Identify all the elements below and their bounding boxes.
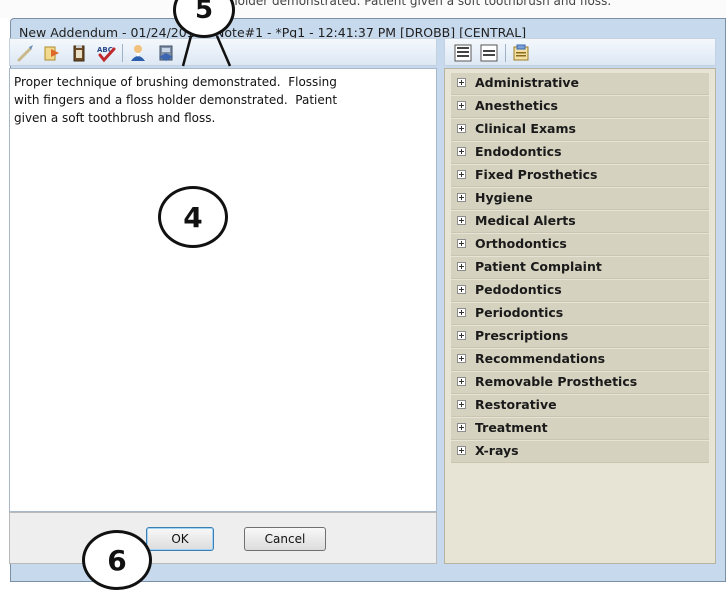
toolbar-separator: [505, 44, 506, 62]
expand-icon[interactable]: [457, 262, 466, 271]
tree-item-label: Restorative: [475, 397, 557, 412]
tree-item-clinical-exams[interactable]: Clinical Exams: [451, 119, 709, 141]
tree-item-prescriptions[interactable]: Prescriptions: [451, 326, 709, 348]
expand-icon[interactable]: [457, 124, 466, 133]
tree-item-patient-complaint[interactable]: Patient Complaint: [451, 257, 709, 279]
callout-6: 6: [82, 530, 152, 590]
tree-item-label: Hygiene: [475, 190, 533, 205]
expand-icon[interactable]: [457, 239, 466, 248]
expand-icon[interactable]: [457, 193, 466, 202]
tree-item-administrative[interactable]: Administrative: [451, 73, 709, 95]
tree-item-removable-prosthetics[interactable]: Removable Prosthetics: [451, 372, 709, 394]
expand-icon[interactable]: [457, 331, 466, 340]
expand-icon[interactable]: [457, 285, 466, 294]
tree-item-label: Patient Complaint: [475, 259, 602, 274]
tree-item-label: Prescriptions: [475, 328, 569, 343]
tree-item-periodontics[interactable]: Periodontics: [451, 303, 709, 325]
clipboard-icon[interactable]: [69, 43, 89, 63]
tree-item-label: X-rays: [475, 443, 519, 458]
button-bar: OK Cancel: [9, 512, 437, 564]
tree-item-label: Anesthetics: [475, 98, 558, 113]
tree-item-endodontics[interactable]: Endodontics: [451, 142, 709, 164]
tree-item-label: Endodontics: [475, 144, 562, 159]
expand-icon[interactable]: [457, 101, 466, 110]
tree-item-label: Medical Alerts: [475, 213, 576, 228]
spellcheck-icon[interactable]: ABC: [96, 43, 116, 63]
expand-all-icon[interactable]: [453, 43, 473, 63]
tree-item-hygiene[interactable]: Hygiene: [451, 188, 709, 210]
database-icon[interactable]: [156, 43, 176, 63]
expand-icon[interactable]: [457, 446, 466, 455]
tree-item-restorative[interactable]: Restorative: [451, 395, 709, 417]
tree-item-treatment[interactable]: Treatment: [451, 418, 709, 440]
callout-4: 4: [158, 186, 228, 248]
tree-item-label: Periodontics: [475, 305, 564, 320]
collapse-all-icon[interactable]: [479, 43, 499, 63]
tree-item-label: Clinical Exams: [475, 121, 576, 136]
cancel-button[interactable]: Cancel: [244, 527, 326, 551]
tree-item-label: Fixed Prosthetics: [475, 167, 598, 182]
tree-item-pedodontics[interactable]: Pedodontics: [451, 280, 709, 302]
properties-icon[interactable]: [511, 43, 531, 63]
expand-icon[interactable]: [457, 170, 466, 179]
user-icon[interactable]: [128, 43, 148, 63]
expand-icon[interactable]: [457, 308, 466, 317]
expand-icon[interactable]: [457, 354, 466, 363]
tree-item-orthodontics[interactable]: Orthodontics: [451, 234, 709, 256]
expand-icon[interactable]: [457, 377, 466, 386]
brush-icon[interactable]: [16, 43, 36, 63]
tree-item-label: Administrative: [475, 75, 580, 90]
toolbar-separator: [122, 44, 123, 62]
tree-item-anesthetics[interactable]: Anesthetics: [451, 96, 709, 118]
note-text-editor[interactable]: Proper technique of brushing demonstrate…: [9, 68, 437, 512]
tree-item-medical-alerts[interactable]: Medical Alerts: [451, 211, 709, 233]
tree-item-fixed-prosthetics[interactable]: Fixed Prosthetics: [451, 165, 709, 187]
background-window: holder demonstrated. Patient given a sof…: [0, 0, 726, 18]
category-tree: Administrative Anesthetics Clinical Exam…: [444, 68, 716, 564]
tree-item-label: Removable Prosthetics: [475, 374, 638, 389]
background-text: holder demonstrated. Patient given a sof…: [230, 0, 612, 8]
tree-item-label: Recommendations: [475, 351, 606, 366]
tree-toolbar: [444, 38, 716, 66]
tree-item-x-rays[interactable]: X-rays: [451, 441, 709, 463]
tree-item-recommendations[interactable]: Recommendations: [451, 349, 709, 371]
editor-toolbar: ABC: [9, 38, 437, 66]
expand-icon[interactable]: [457, 423, 466, 432]
expand-icon[interactable]: [457, 147, 466, 156]
expand-icon[interactable]: [457, 400, 466, 409]
ok-button[interactable]: OK: [146, 527, 214, 551]
tree-item-label: Orthodontics: [475, 236, 567, 251]
paste-icon[interactable]: [42, 43, 62, 63]
expand-icon[interactable]: [457, 216, 466, 225]
tree-item-label: Pedodontics: [475, 282, 562, 297]
tree-item-label: Treatment: [475, 420, 548, 435]
expand-icon[interactable]: [457, 78, 466, 87]
